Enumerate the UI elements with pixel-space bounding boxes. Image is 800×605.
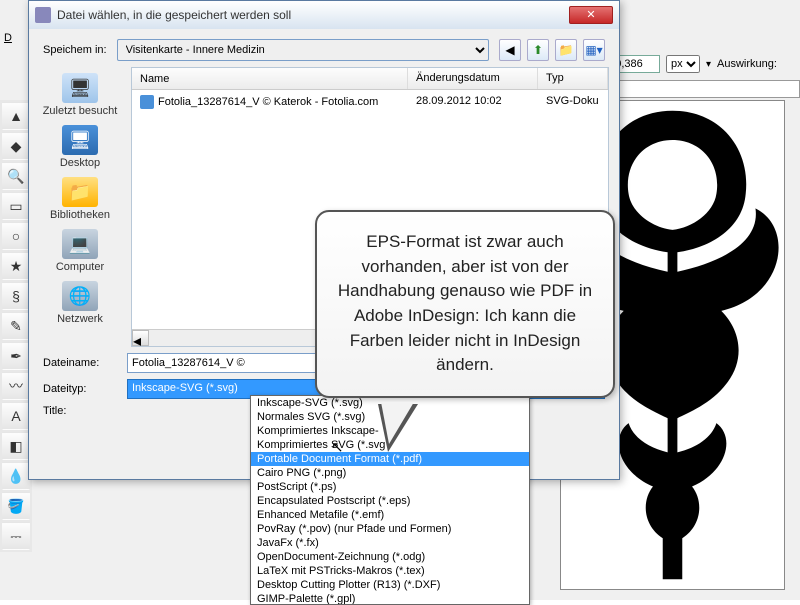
tool-rect[interactable]: ▭: [2, 192, 30, 220]
filetype-option[interactable]: Enhanced Metafile (*.emf): [251, 508, 529, 522]
dialog-icon: [35, 7, 51, 23]
dialog-title: Datei wählen, in die gespeichert werden …: [57, 8, 291, 22]
filetype-option[interactable]: PostScript (*.ps): [251, 480, 529, 494]
close-button[interactable]: ✕: [569, 6, 613, 24]
file-icon: [140, 95, 154, 109]
back-button[interactable]: ◀: [499, 39, 521, 61]
place-libraries[interactable]: 📁Bibliotheken: [35, 175, 125, 223]
tool-pointer[interactable]: ▲: [2, 102, 30, 130]
filetype-option[interactable]: LaTeX mit PSTricks-Makros (*.tex): [251, 564, 529, 578]
filetype-label: Dateityp:: [43, 383, 113, 395]
view-menu-button[interactable]: ▦▾: [583, 39, 605, 61]
filetype-option[interactable]: JavaFx (*.fx): [251, 536, 529, 550]
filetype-option[interactable]: Portable Document Format (*.pdf): [251, 452, 529, 466]
col-date: Änderungsdatum: [408, 68, 538, 89]
filetype-option[interactable]: Cairo PNG (*.png): [251, 466, 529, 480]
menu-underline: D: [0, 30, 20, 46]
up-button[interactable]: ⬆: [527, 39, 549, 61]
unit-select[interactable]: px: [666, 55, 700, 73]
places-sidebar: 🖥Zuletzt besucht 🖥Desktop 📁Bibliotheken …: [29, 67, 131, 347]
place-desktop[interactable]: 🖥Desktop: [35, 123, 125, 171]
effects-label: Auswirkung:: [717, 58, 777, 70]
save-in-label: Speichem in:: [43, 44, 107, 56]
tool-gradient[interactable]: ◧: [2, 432, 30, 460]
tool-star[interactable]: ★: [2, 252, 30, 280]
col-name: Name: [132, 68, 408, 89]
tool-dropper[interactable]: 💧: [2, 462, 30, 490]
tool-zoom[interactable]: 🔍: [2, 162, 30, 190]
filetype-option[interactable]: Encapsulated Postscript (*.eps): [251, 494, 529, 508]
tool-bucket[interactable]: 🪣: [2, 492, 30, 520]
tool-connector[interactable]: ⎓: [2, 522, 30, 550]
tool-circle[interactable]: ○: [2, 222, 30, 250]
filetype-option[interactable]: GIMP-Palette (*.gpl): [251, 592, 529, 605]
tool-pencil[interactable]: ✎: [2, 312, 30, 340]
place-network[interactable]: 🌐Netzwerk: [35, 279, 125, 327]
filetype-option[interactable]: OpenDocument-Zeichnung (*.odg): [251, 550, 529, 564]
tool-text[interactable]: A: [2, 402, 30, 430]
place-recent[interactable]: 🖥Zuletzt besucht: [35, 71, 125, 119]
filetype-option[interactable]: Desktop Cutting Plotter (R13) (*.DXF): [251, 578, 529, 592]
tool-pen[interactable]: ✒: [2, 342, 30, 370]
place-computer[interactable]: 💻Computer: [35, 227, 125, 275]
tool-spiral[interactable]: §: [2, 282, 30, 310]
col-type: Typ: [538, 68, 608, 89]
tool-node[interactable]: ◆: [2, 132, 30, 160]
dialog-titlebar: Datei wählen, in die gespeichert werden …: [29, 1, 619, 29]
filename-label: Dateiname:: [43, 357, 113, 369]
file-row[interactable]: Fotolia_13287614_V © Katerok - Fotolia.c…: [132, 90, 608, 114]
tutorial-callout: EPS-Format ist zwar auch vorhanden, aber…: [315, 210, 615, 398]
tool-calligraphy[interactable]: 〰: [2, 372, 30, 400]
new-folder-button[interactable]: 📁: [555, 39, 577, 61]
scroll-left[interactable]: ◂: [132, 330, 149, 346]
title-label: Title:: [43, 405, 113, 417]
folder-select[interactable]: Visitenkarte - Innere Medizin: [117, 39, 489, 61]
file-list-header[interactable]: Name Änderungsdatum Typ: [132, 68, 608, 90]
filetype-option[interactable]: PovRay (*.pov) (nur Pfade und Formen): [251, 522, 529, 536]
